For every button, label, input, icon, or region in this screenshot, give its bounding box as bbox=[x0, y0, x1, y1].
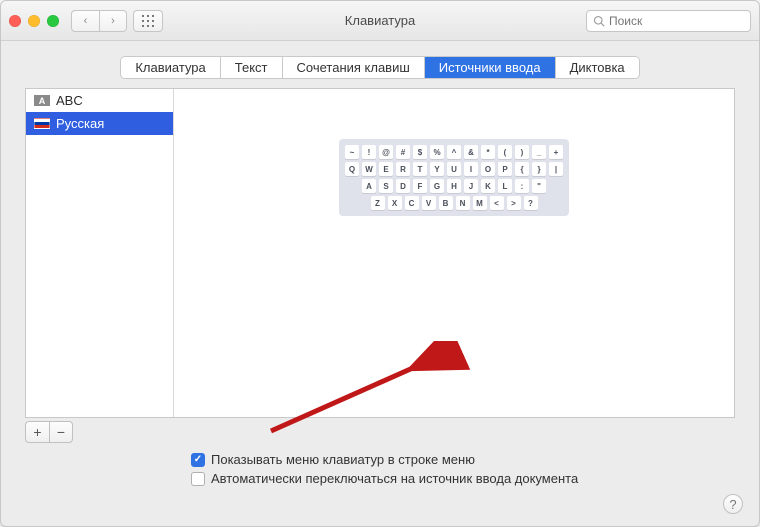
key: ~ bbox=[345, 145, 359, 159]
zoom-icon[interactable] bbox=[47, 15, 59, 27]
forward-button[interactable]: › bbox=[99, 10, 127, 32]
key: ! bbox=[362, 145, 376, 159]
key: " bbox=[532, 179, 546, 193]
source-label: ABC bbox=[56, 93, 83, 108]
checkbox-label: Показывать меню клавиатур в строке меню bbox=[211, 452, 475, 467]
key: % bbox=[430, 145, 444, 159]
tab-0[interactable]: Клавиатура bbox=[121, 57, 220, 78]
key: < bbox=[490, 196, 504, 210]
key: ^ bbox=[447, 145, 461, 159]
titlebar: ‹ › Клавиатура bbox=[1, 1, 759, 41]
preferences-window: ‹ › Клавиатура КлавиатураТекстСочетания … bbox=[0, 0, 760, 527]
content-panel: AABCРусская ~!@#$%^&*()_+QWERTYUIOP{}|AS… bbox=[25, 88, 735, 418]
checkbox-row-1: Автоматически переключаться на источник … bbox=[191, 471, 735, 486]
key: P bbox=[498, 162, 512, 176]
source-list: A ABC Русская bbox=[26, 89, 174, 417]
source-label: Русская bbox=[56, 116, 104, 131]
key: L bbox=[498, 179, 512, 193]
abc-flag-icon: A bbox=[34, 95, 50, 106]
ru-flag-icon bbox=[34, 118, 50, 129]
key: S bbox=[379, 179, 393, 193]
key: A bbox=[362, 179, 376, 193]
search-icon bbox=[593, 15, 605, 27]
key: F bbox=[413, 179, 427, 193]
key: ( bbox=[498, 145, 512, 159]
key: _ bbox=[532, 145, 546, 159]
add-button[interactable]: + bbox=[25, 421, 49, 443]
close-icon[interactable] bbox=[9, 15, 21, 27]
key: Z bbox=[371, 196, 385, 210]
search-field[interactable] bbox=[586, 10, 751, 32]
key: U bbox=[447, 162, 461, 176]
source-item-0[interactable]: A ABC bbox=[26, 89, 173, 112]
key: D bbox=[396, 179, 410, 193]
window-controls bbox=[9, 15, 59, 27]
key: ) bbox=[515, 145, 529, 159]
remove-button[interactable]: − bbox=[49, 421, 73, 443]
key: I bbox=[464, 162, 478, 176]
key: B bbox=[439, 196, 453, 210]
key: H bbox=[447, 179, 461, 193]
key: { bbox=[515, 162, 529, 176]
back-button[interactable]: ‹ bbox=[71, 10, 99, 32]
key: + bbox=[549, 145, 563, 159]
tab-2[interactable]: Сочетания клавиш bbox=[283, 57, 425, 78]
key: E bbox=[379, 162, 393, 176]
checkbox-0[interactable] bbox=[191, 453, 205, 467]
key: > bbox=[507, 196, 521, 210]
key: N bbox=[456, 196, 470, 210]
key: : bbox=[515, 179, 529, 193]
key: M bbox=[473, 196, 487, 210]
key: J bbox=[464, 179, 478, 193]
key: K bbox=[481, 179, 495, 193]
key: & bbox=[464, 145, 478, 159]
checkbox-row-0: Показывать меню клавиатур в строке меню bbox=[191, 452, 735, 467]
tab-bar: КлавиатураТекстСочетания клавишИсточники… bbox=[1, 41, 759, 88]
nav-buttons: ‹ › bbox=[71, 10, 127, 32]
key: X bbox=[388, 196, 402, 210]
show-all-button[interactable] bbox=[133, 10, 163, 32]
list-buttons: + − bbox=[25, 421, 73, 443]
tab-4[interactable]: Диктовка bbox=[556, 57, 639, 78]
key: O bbox=[481, 162, 495, 176]
checkbox-label: Автоматически переключаться на источник … bbox=[211, 471, 578, 486]
options: Показывать меню клавиатур в строке меню А… bbox=[191, 452, 735, 486]
minimize-icon[interactable] bbox=[28, 15, 40, 27]
checkbox-1[interactable] bbox=[191, 472, 205, 486]
key: $ bbox=[413, 145, 427, 159]
key: # bbox=[396, 145, 410, 159]
key: G bbox=[430, 179, 444, 193]
key: C bbox=[405, 196, 419, 210]
search-input[interactable] bbox=[609, 14, 744, 28]
key: T bbox=[413, 162, 427, 176]
key: R bbox=[396, 162, 410, 176]
key: W bbox=[362, 162, 376, 176]
layout-preview: ~!@#$%^&*()_+ QWERTYUIOP{}| ASDFGHJKL:" ZXC… bbox=[174, 89, 734, 417]
key: } bbox=[532, 162, 546, 176]
key: Q bbox=[345, 162, 359, 176]
help-button[interactable]: ? bbox=[723, 494, 743, 514]
tab-1[interactable]: Текст bbox=[221, 57, 283, 78]
key: Y bbox=[430, 162, 444, 176]
source-item-1[interactable]: Русская bbox=[26, 112, 173, 135]
key: ? bbox=[524, 196, 538, 210]
key: @ bbox=[379, 145, 393, 159]
grid-icon bbox=[142, 15, 154, 27]
key: * bbox=[481, 145, 495, 159]
key: V bbox=[422, 196, 436, 210]
key: | bbox=[549, 162, 563, 176]
tab-3[interactable]: Источники ввода bbox=[425, 57, 556, 78]
keyboard-preview: ~!@#$%^&*()_+ QWERTYUIOP{}| ASDFGHJKL:" ZXC… bbox=[339, 139, 569, 216]
